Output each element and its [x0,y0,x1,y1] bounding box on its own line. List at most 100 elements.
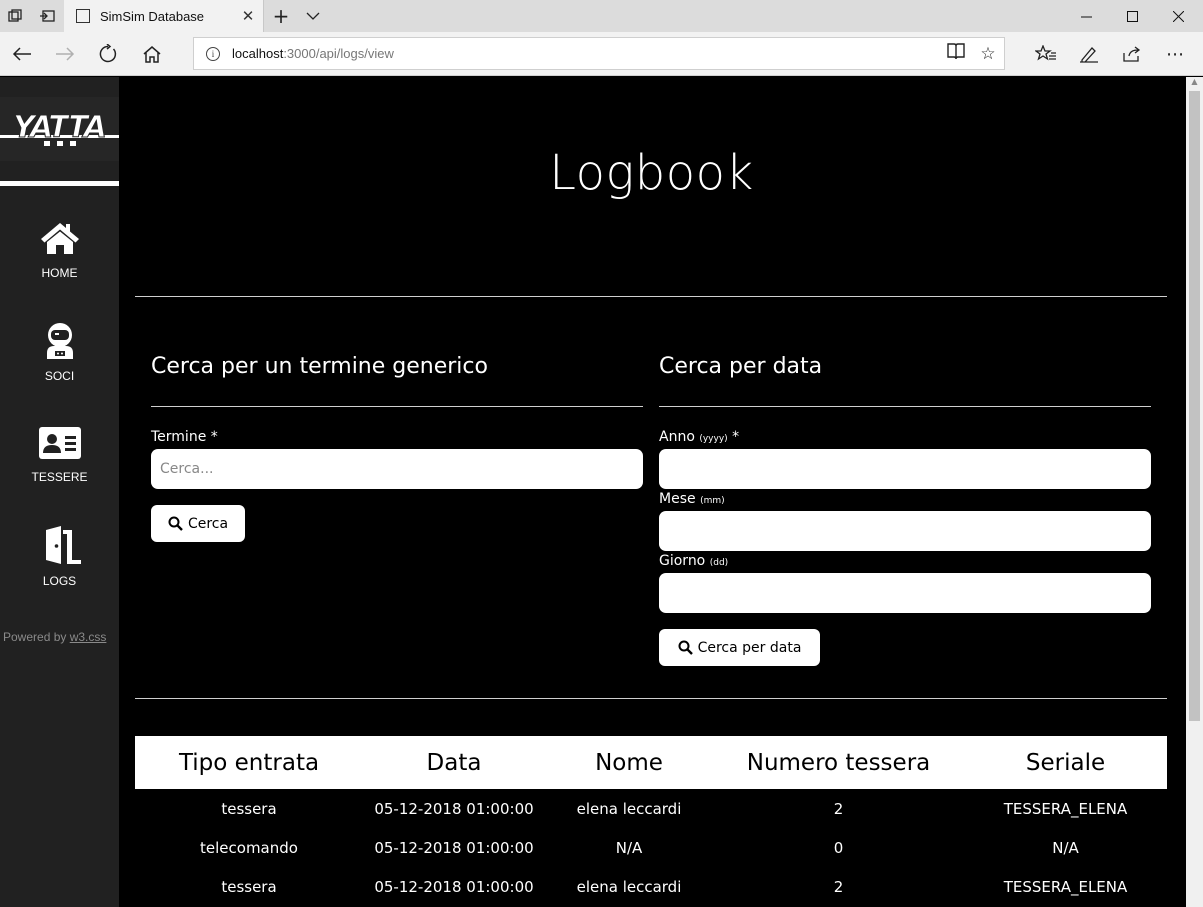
page-title: Logbook [549,145,754,201]
powered-by-text: Powered by w3.css [3,630,106,644]
main-content: Logbook Cerca per un termine generico Te… [119,77,1184,907]
cell-nome: N/A [615,838,643,857]
sidebar-item-label: SOCI [44,369,75,383]
sidebar-item-label: HOME [41,266,78,280]
column-header-seriale[interactable]: Seriale [964,750,1167,776]
share-icon[interactable] [1112,36,1152,72]
year-input[interactable] [659,449,1151,489]
pen-notes-icon[interactable] [1069,36,1109,72]
year-required-mark: * [727,429,740,445]
maximize-icon[interactable] [1109,0,1155,32]
sidebar-item-tessere[interactable]: TESSERE [0,426,119,484]
table-row[interactable]: tessera 05-12-2018 01:00:00 elena leccar… [135,867,1167,906]
cell-seriale: TESSERA_ELENA [1003,877,1128,896]
month-format-hint: (mm) [700,496,725,506]
scrollbar-thumb[interactable] [1189,91,1200,721]
url-host: localhost [232,46,284,61]
column-header-data[interactable]: Data [363,750,545,776]
date-search-divider [659,406,1151,407]
minimize-icon[interactable] [1063,0,1109,32]
door-open-icon [38,526,81,564]
more-options-icon[interactable]: ⋯ [1155,36,1195,72]
powered-prefix: Powered by [3,630,70,644]
sidebar-item-label: LOGS [42,574,77,588]
tab-manager-icon[interactable] [0,0,30,32]
cell-seriale: N/A [1052,838,1079,857]
year-label: Anno (yyyy) * [659,429,739,445]
cell-data: 05-12-2018 01:00:00 [374,838,534,857]
table-header-row: Tipo entrata Data Nome Numero tessera Se… [135,736,1167,789]
month-input[interactable] [659,511,1151,551]
cell-numero-tessera: 2 [833,877,844,896]
cell-tipo-entrata: tessera [221,877,277,896]
url-text: localhost:3000/api/logs/view [232,46,940,61]
info-icon[interactable]: i [206,46,220,61]
close-window-icon[interactable] [1155,0,1201,32]
sidebar: YATTA HOME SOCI TESSERE LOGS Powered by … [0,77,119,907]
favorites-list-icon[interactable] [1026,36,1066,72]
search-button-label: Cerca [187,515,229,532]
month-label-text: Mese [659,491,696,507]
tab-title: SimSim Database [100,8,205,24]
date-search-title: Cerca per data [659,354,823,379]
back-arrow-icon[interactable] [2,36,42,72]
sidebar-item-logs[interactable]: LOGS [0,526,119,588]
cell-nome: elena leccardi [576,877,682,896]
scroll-up-icon[interactable]: ▲ [1186,77,1203,91]
sidebar-item-soci[interactable]: SOCI [0,321,119,383]
cell-tipo-entrata: tessera [221,799,277,818]
forward-arrow-icon[interactable] [45,36,85,72]
table-row[interactable]: telecomando 05-12-2018 01:00:00 N/A 0 N/… [135,828,1167,867]
favorite-star-icon[interactable]: ☆ [972,44,1004,64]
page-scrollbar[interactable]: ▲ [1186,77,1203,907]
year-label-text: Anno [659,429,695,445]
yatta-logo[interactable]: YATTA [0,97,119,161]
address-bar[interactable]: i localhost:3000/api/logs/view ☆ [193,37,1005,70]
cell-data: 05-12-2018 01:00:00 [374,877,534,896]
new-tab-icon[interactable]: + [266,0,296,32]
table-row[interactable]: tessera 05-12-2018 01:00:00 elena leccar… [135,789,1167,828]
column-header-nome[interactable]: Nome [545,750,713,776]
browser-tab-active[interactable]: SimSim Database ✕ [64,0,264,32]
url-path: :3000/api/logs/view [283,46,394,61]
search-button[interactable]: Cerca [151,505,245,542]
browser-tab-bar: SimSim Database ✕ + [0,0,1203,32]
search-by-date-button[interactable]: Cerca per data [659,629,820,666]
column-header-numero-tessera[interactable]: Numero tessera [713,750,964,776]
logo-divider [0,181,119,186]
day-input[interactable] [659,573,1151,613]
column-header-tipo-entrata[interactable]: Tipo entrata [135,750,363,776]
term-label: Termine * [151,429,218,445]
astronaut-icon [46,323,73,359]
w3css-link[interactable]: w3.css [70,630,107,644]
generic-search-title: Cerca per un termine generico [151,354,488,379]
generic-search-divider [151,406,643,407]
term-search-input[interactable] [151,449,643,489]
refresh-icon[interactable] [88,36,128,72]
reading-view-icon[interactable] [940,42,972,65]
sidebar-item-home[interactable]: HOME [0,220,119,280]
sidebar-item-label: TESSERE [31,470,88,484]
cell-seriale: TESSERA_ELENA [1003,799,1128,818]
cell-nome: elena leccardi [576,799,682,818]
search-icon [168,516,183,531]
page-icon [76,9,90,23]
close-tab-icon[interactable]: ✕ [233,7,263,25]
set-aside-tabs-icon[interactable] [32,0,62,32]
header-divider [135,296,1167,297]
cell-data: 05-12-2018 01:00:00 [374,799,534,818]
cell-numero-tessera: 2 [833,799,844,818]
form-divider [135,698,1167,699]
day-format-hint: (dd) [709,558,729,568]
month-label: Mese (mm) [659,491,725,507]
tab-preview-chevron-icon[interactable] [298,0,328,32]
home-icon [40,223,79,254]
browser-nav-bar: i localhost:3000/api/logs/view ☆ ⋯ [0,32,1203,76]
day-label: Giorno (dd) [659,553,728,569]
day-label-text: Giorno [659,553,706,569]
cell-tipo-entrata: telecomando [200,838,298,857]
id-card-icon [38,427,81,459]
year-format-hint: (yyyy) [699,434,728,444]
home-browser-icon[interactable] [132,36,172,72]
logo-lettering: YATTA [13,110,105,145]
